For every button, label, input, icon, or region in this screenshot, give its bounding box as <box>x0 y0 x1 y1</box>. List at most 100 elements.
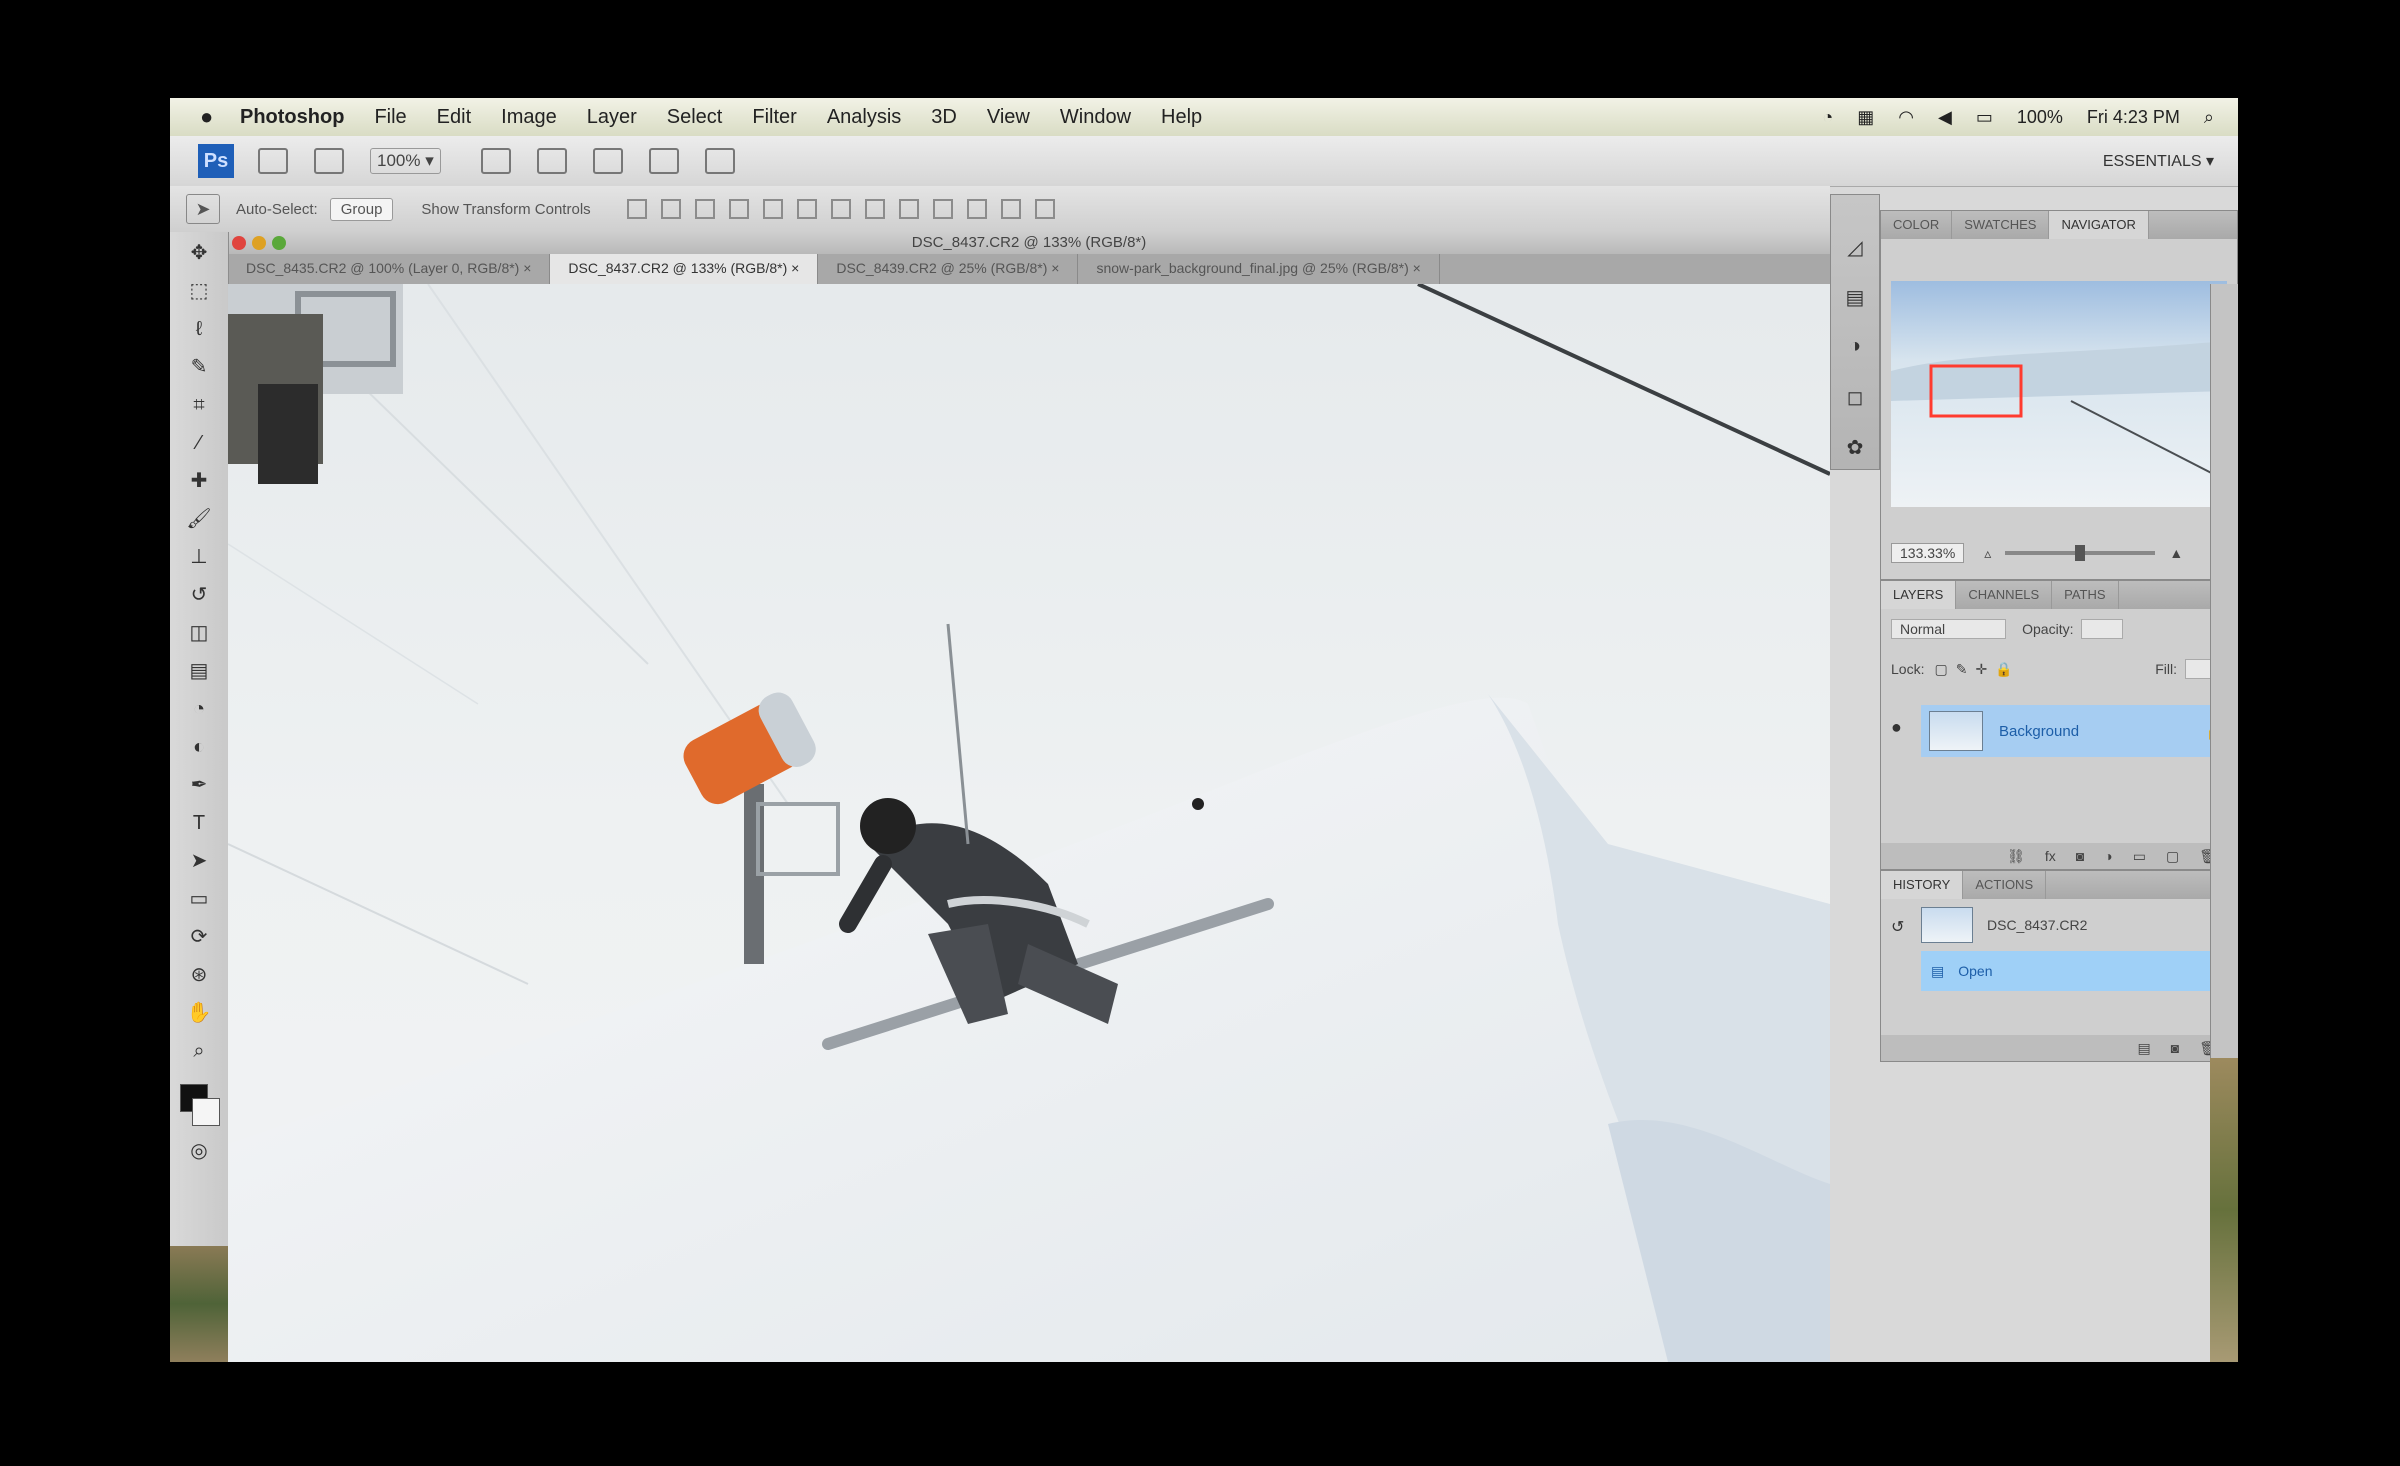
menu-analysis[interactable]: Analysis <box>827 106 901 129</box>
blur-tool-icon[interactable]: ◔ <box>185 696 213 722</box>
brush-tool-icon[interactable]: 🖌 <box>185 506 213 532</box>
battery-icon[interactable]: ▭ <box>1976 107 1993 128</box>
lock-position-icon[interactable]: ✛ <box>1975 661 1987 678</box>
history-snapshot-row[interactable]: DSC_8437.CR2 <box>1921 905 2238 945</box>
blend-mode-select[interactable]: Normal <box>1891 619 2007 639</box>
type-tool-icon[interactable]: T <box>185 810 213 836</box>
close-window-icon[interactable] <box>232 236 246 250</box>
add-mask-icon[interactable]: ◙ <box>2076 848 2084 864</box>
link-layers-icon[interactable]: ⛓ <box>2007 848 2025 865</box>
history-brush-tool-icon[interactable]: ↺ <box>185 582 213 608</box>
show-transform-controls-checkbox[interactable]: Show Transform Controls <box>421 201 590 218</box>
path-selection-tool-icon[interactable]: ➤ <box>185 848 213 874</box>
align-vcenter-icon[interactable] <box>660 199 681 219</box>
zoom-level-select[interactable]: 100% ▾ <box>370 148 441 174</box>
spotlight-icon[interactable]: ⌕ <box>2204 107 2214 128</box>
layer-style-icon[interactable]: fx <box>2045 848 2056 864</box>
tab-document-3[interactable]: DSC_8439.CR2 @ 25% (RGB/8*) × <box>818 254 1079 284</box>
distribute-left-icon[interactable] <box>932 199 953 219</box>
histogram-icon[interactable]: ◿ <box>1841 235 1869 261</box>
auto-select-checkbox-label[interactable]: Auto-Select: <box>236 201 318 218</box>
distribute-hcenter-icon[interactable] <box>966 199 987 219</box>
3d-rotate-tool-icon[interactable]: ⟳ <box>185 924 213 950</box>
navigator-zoom-slider[interactable] <box>2005 545 2156 561</box>
quick-select-tool-icon[interactable]: ✎ <box>185 354 213 380</box>
bridge-icon[interactable] <box>258 148 288 174</box>
eraser-tool-icon[interactable]: ◫ <box>185 620 213 646</box>
hand-tool-icon[interactable]: ✋ <box>185 1000 213 1026</box>
zoom-out-icon[interactable]: ▵ <box>1984 545 1991 562</box>
move-tool-preset-icon[interactable]: ➤ <box>186 194 220 224</box>
hand-tool-icon[interactable] <box>480 148 511 174</box>
info-icon[interactable]: ▤ <box>1841 285 1869 311</box>
crop-tool-icon[interactable]: ⌗ <box>185 392 213 418</box>
move-tool-icon[interactable]: ✥ <box>185 240 213 266</box>
shape-tool-icon[interactable]: ▭ <box>185 886 213 912</box>
time-machine-icon[interactable]: ◔ <box>1822 107 1833 128</box>
dodge-tool-icon[interactable]: ◐ <box>185 734 213 760</box>
menu-app-name[interactable]: Photoshop <box>240 106 344 129</box>
tab-layers[interactable]: LAYERS <box>1881 581 1957 609</box>
align-top-icon[interactable] <box>626 199 647 219</box>
tab-document-4[interactable]: snow-park_background_final.jpg @ 25% (RG… <box>1078 254 1440 284</box>
background-color-swatch[interactable] <box>192 1098 220 1126</box>
auto-align-icon[interactable] <box>1034 199 1055 219</box>
layer-visibility-eye-icon[interactable]: ● <box>1891 717 1902 738</box>
menu-window[interactable]: Window <box>1060 106 1131 129</box>
menu-view[interactable]: View <box>987 106 1030 129</box>
styles-icon[interactable]: ✿ <box>1841 435 1869 461</box>
new-snapshot-icon[interactable]: ◙ <box>2171 1040 2179 1056</box>
view-extras-icon[interactable] <box>314 148 344 174</box>
lock-all-icon[interactable]: 🔒 <box>1995 661 2012 678</box>
new-adjustment-icon[interactable]: ◑ <box>2104 848 2112 864</box>
layer-row-background[interactable]: Background 🔒 <box>1921 705 2238 757</box>
quick-mask-icon[interactable]: ◎ <box>185 1138 213 1164</box>
zoom-tool-icon[interactable]: ⌕ <box>185 1038 213 1064</box>
align-bottom-icon[interactable] <box>694 199 715 219</box>
distribute-vcenter-icon[interactable] <box>864 199 885 219</box>
gradient-tool-icon[interactable]: ▤ <box>185 658 213 684</box>
lasso-tool-icon[interactable]: ℓ <box>185 316 213 342</box>
rotate-view-icon[interactable] <box>592 148 623 174</box>
menu-image[interactable]: Image <box>501 106 557 129</box>
lock-transparent-icon[interactable]: ▢ <box>1934 661 1947 678</box>
clone-stamp-tool-icon[interactable]: ⊥ <box>185 544 213 570</box>
menu-filter[interactable]: Filter <box>752 106 796 129</box>
healing-brush-tool-icon[interactable]: ✚ <box>185 468 213 494</box>
tab-paths[interactable]: PATHS <box>2052 581 2119 609</box>
align-right-icon[interactable] <box>796 199 817 219</box>
navigator-zoom-field[interactable]: 133.33% <box>1891 543 1965 563</box>
eyedropper-tool-icon[interactable]: ⁄ <box>185 430 213 456</box>
volume-icon[interactable]: ◀ <box>1938 107 1952 128</box>
document-canvas[interactable] <box>228 284 1830 1362</box>
navigator-preview[interactable] <box>1891 281 2227 507</box>
history-state-row[interactable]: ▤ Open <box>1921 951 2238 991</box>
lock-image-icon[interactable]: ✎ <box>1956 661 1968 678</box>
align-left-icon[interactable] <box>728 199 749 219</box>
zoom-window-icon[interactable] <box>272 236 286 250</box>
marquee-tool-icon[interactable]: ⬚ <box>185 278 213 304</box>
tab-document-2[interactable]: DSC_8437.CR2 @ 133% (RGB/8*) × <box>550 254 819 284</box>
workspace-switcher[interactable]: ESSENTIALS ▾ <box>2103 151 2214 171</box>
menu-3d[interactable]: 3D <box>931 106 957 129</box>
menu-help[interactable]: Help <box>1161 106 1202 129</box>
screen-mode-icon[interactable] <box>704 148 735 174</box>
tab-color[interactable]: COLOR <box>1881 211 1953 239</box>
tab-channels[interactable]: CHANNELS <box>1956 581 2053 609</box>
tab-document-1[interactable]: DSC_8435.CR2 @ 100% (Layer 0, RGB/8*) × <box>228 254 551 284</box>
adjustments-icon[interactable]: ◑ <box>1841 335 1869 361</box>
menu-select[interactable]: Select <box>667 106 723 129</box>
menu-edit[interactable]: Edit <box>437 106 471 129</box>
zoom-in-icon[interactable]: ▲ <box>2169 545 2183 561</box>
auto-select-dropdown[interactable]: Group <box>329 197 394 221</box>
arrange-documents-icon[interactable] <box>648 148 679 174</box>
wifi-icon[interactable]: ◠ <box>1898 107 1914 128</box>
new-document-from-state-icon[interactable]: ▤ <box>2138 1040 2151 1057</box>
menu-layer[interactable]: Layer <box>587 106 637 129</box>
app-switch-icon[interactable]: ▦ <box>1857 107 1874 128</box>
zoom-tool-icon[interactable] <box>536 148 567 174</box>
minimize-window-icon[interactable] <box>252 236 266 250</box>
clock[interactable]: Fri 4:23 PM <box>2087 107 2180 128</box>
zoom-slider-thumb[interactable] <box>2075 545 2086 561</box>
distribute-top-icon[interactable] <box>830 199 851 219</box>
